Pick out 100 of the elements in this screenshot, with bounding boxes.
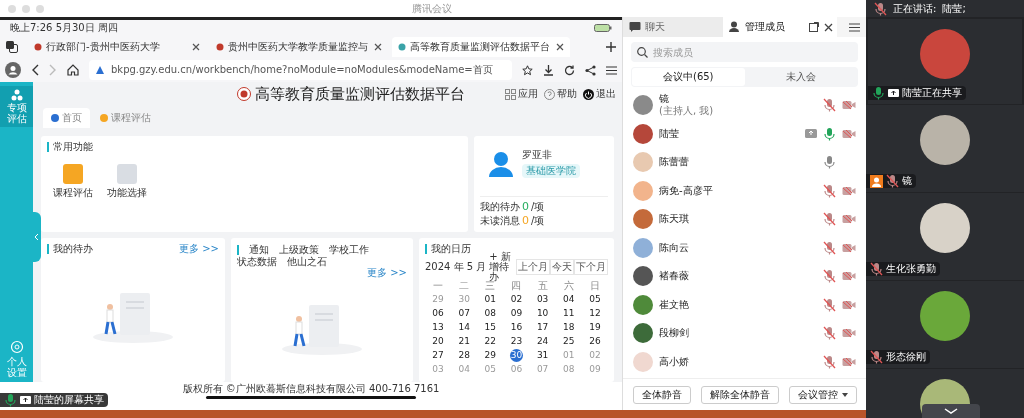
calendar-day[interactable]: 28 <box>457 348 471 362</box>
section-title: 常用功能 <box>53 142 93 152</box>
calendar-day[interactable]: 02 <box>510 292 523 306</box>
calendar-day[interactable]: 19 <box>588 320 602 334</box>
calendar-day[interactable]: 15 <box>483 320 497 334</box>
speaking-label: 正在讲话: <box>893 3 937 14</box>
home-icon[interactable] <box>67 64 79 76</box>
emblem-icon <box>237 87 251 101</box>
meeting-button[interactable]: 解除全体静音 <box>700 385 779 404</box>
calendar-day[interactable]: 07 <box>457 306 471 320</box>
member-row[interactable]: 高小娇 <box>623 347 866 376</box>
collapse-handle[interactable] <box>31 212 41 262</box>
calendar-day[interactable]: 23 <box>510 334 523 348</box>
calendar-day[interactable]: 20 <box>431 334 445 348</box>
add-todo-link[interactable]: + 新增待办 <box>489 252 513 282</box>
calendar-day[interactable]: 26 <box>588 334 602 348</box>
address-bar[interactable]: bkpg.gzy.edu.cn/workbench/home?noModule=noModules&modeName=首页 <box>89 60 512 80</box>
close-icon[interactable] <box>192 43 200 51</box>
segment-tab[interactable]: 会议中(65) <box>632 68 745 86</box>
calendar-day[interactable]: 17 <box>536 320 550 334</box>
calendar-day[interactable]: 16 <box>510 320 523 334</box>
close-icon[interactable] <box>374 43 382 51</box>
calendar-day[interactable]: 06 <box>431 306 445 320</box>
header-link[interactable]: 帮助 <box>544 88 577 100</box>
download-icon[interactable] <box>543 64 554 76</box>
reload-icon[interactable] <box>564 64 575 76</box>
calendar-day[interactable]: 27 <box>431 348 445 362</box>
member-row[interactable]: 陈天琪 <box>623 205 866 234</box>
calendar-day[interactable]: 24 <box>536 334 550 348</box>
shortcut-item[interactable]: 课程评估 <box>53 164 93 198</box>
member-row[interactable]: 病免-高彦平 <box>623 176 866 205</box>
notice-tab[interactable]: 通知 <box>249 244 269 256</box>
share-icon[interactable] <box>585 64 596 76</box>
screen-share-label: 陆莹的屏幕共享 <box>0 393 108 407</box>
meeting-button[interactable]: 会议管控 <box>788 385 857 404</box>
search-field[interactable]: 搜索成员 <box>631 42 858 62</box>
menu-icon[interactable] <box>606 65 617 75</box>
account-icon[interactable] <box>5 62 21 78</box>
page-tab[interactable]: 首页 <box>43 108 90 128</box>
panel-tab[interactable]: 聊天 <box>623 17 723 37</box>
calendar-day[interactable]: 12 <box>588 306 602 320</box>
member-row[interactable]: 陈向云 <box>623 233 866 262</box>
calendar-day[interactable]: 21 <box>457 334 471 348</box>
calendar-nav-button[interactable]: 今天 <box>550 259 574 275</box>
tabs-overview-icon[interactable] <box>6 41 18 53</box>
calendar-day[interactable]: 18 <box>562 320 576 334</box>
power-icon <box>583 88 594 100</box>
calendar-day[interactable]: 04 <box>562 292 576 306</box>
calendar-day[interactable]: 01 <box>483 292 497 306</box>
calendar-day[interactable]: 29 <box>483 348 497 362</box>
header-link[interactable]: 退出 <box>583 88 616 100</box>
member-row[interactable]: 陆莹 <box>623 119 866 148</box>
more-link[interactable]: 更多 >> <box>179 244 219 254</box>
calendar-nav-button[interactable]: 上个月 <box>516 259 550 275</box>
member-role: (主持人, 我) <box>659 105 715 118</box>
close-icon[interactable] <box>556 43 564 51</box>
calendar-nav-button[interactable]: 下个月 <box>574 259 608 275</box>
weekday-label: 五 <box>536 279 549 292</box>
muted-mic-icon <box>874 1 887 16</box>
member-row[interactable]: 崔文艳 <box>623 290 866 319</box>
notice-tab[interactable]: 他山之石 <box>287 256 327 268</box>
pop-out-icon[interactable] <box>809 22 819 32</box>
site-icon <box>398 43 406 51</box>
close-icon[interactable] <box>824 22 833 32</box>
browser-tab[interactable]: 高等教育质量监测评估数据平台 <box>392 37 570 57</box>
menu-icon[interactable] <box>849 22 860 32</box>
calendar-day[interactable]: 25 <box>562 334 576 348</box>
segment-tab[interactable]: 未入会 <box>744 68 857 86</box>
calendar-day[interactable]: 05 <box>588 292 602 306</box>
panel-tab[interactable]: 管理成员 <box>723 17 809 37</box>
calendar-day[interactable]: 09 <box>510 306 523 320</box>
calendar-day[interactable]: 10 <box>536 306 550 320</box>
notice-tab[interactable]: 状态数据 <box>237 256 277 268</box>
member-row[interactable]: 褚春薇 <box>623 262 866 291</box>
notice-tab[interactable]: 上级政策 <box>279 244 319 256</box>
member-row[interactable]: 陈蕾蕾 <box>623 148 866 177</box>
participant-name: 生化张勇勤 <box>886 264 936 274</box>
calendar-day[interactable]: 11 <box>562 306 576 320</box>
member-row[interactable]: 镜 (主持人, 我) <box>623 91 866 120</box>
participant-name: 镜 <box>902 176 912 186</box>
member-row[interactable]: 段柳剑 <box>623 319 866 348</box>
browser-tab[interactable]: 贵州中医药大学教学质量监控与 <box>210 37 388 57</box>
more-link[interactable]: 更多 >> <box>367 268 407 278</box>
meeting-button[interactable]: 全体静音 <box>632 385 691 404</box>
header-link[interactable]: 应用 <box>505 88 538 100</box>
notice-tab[interactable]: 学校工作 <box>329 244 369 256</box>
section-title: 我的待办 <box>53 244 93 254</box>
calendar-day[interactable]: 14 <box>457 320 471 334</box>
calendar-day[interactable]: 30 <box>510 348 523 362</box>
calendar-day[interactable]: 08 <box>483 306 497 320</box>
browser-tab[interactable]: 行政部门-贵州中医药大学 <box>28 37 206 57</box>
calendar-day[interactable]: 22 <box>483 334 497 348</box>
star-icon[interactable] <box>522 64 533 76</box>
plus-icon[interactable] <box>606 42 616 52</box>
back-icon[interactable] <box>31 64 39 76</box>
calendar-day[interactable]: 03 <box>536 292 550 306</box>
scroll-down-button[interactable] <box>922 404 980 418</box>
calendar-day[interactable]: 31 <box>536 348 550 362</box>
calendar-day[interactable]: 13 <box>431 320 445 334</box>
shortcut-item[interactable]: 功能选择 <box>107 164 147 198</box>
